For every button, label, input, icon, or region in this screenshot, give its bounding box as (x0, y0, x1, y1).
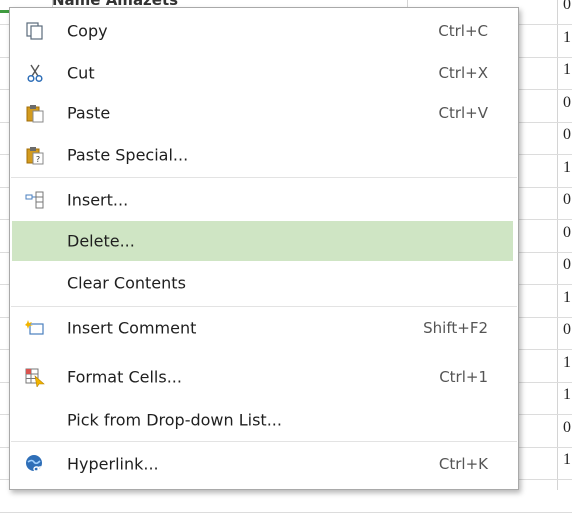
clipboard-icon (26, 105, 44, 123)
menu-item-delete[interactable]: Delete... (12, 221, 513, 261)
scissors-icon (27, 64, 43, 83)
cell-value: 0 (563, 126, 571, 143)
menu-item-paste[interactable]: Paste Ctrl+V (10, 93, 518, 133)
cell-value: 0 (563, 256, 571, 273)
comment-icon (25, 320, 44, 335)
menu-item-label: Pick from Drop-down List... (67, 410, 282, 430)
shortcut-text: Ctrl+1 (439, 368, 488, 386)
format-cells-icon (25, 368, 45, 387)
copy-icon (26, 22, 43, 40)
shortcut-text: Shift+F2 (423, 319, 488, 337)
menu-item-label: Clear Contents (67, 273, 186, 293)
menu-item-paste-special[interactable]: ? Paste Special... (10, 135, 518, 175)
shortcut-text: Ctrl+V (438, 104, 488, 122)
menu-item-label: Format Cells... (67, 367, 182, 387)
cell-value: 1 (563, 158, 571, 176)
menu-separator (11, 177, 517, 178)
menu-item-format-cells[interactable]: Format Cells... Ctrl+1 (10, 357, 518, 397)
hyperlink-icon (26, 455, 44, 472)
cell-value: 0 (563, 191, 571, 208)
cell-value: 1 (563, 288, 571, 306)
menu-item-label: Insert Comment (67, 318, 197, 338)
menu-item-copy[interactable]: Copy Ctrl+C (10, 11, 518, 51)
context-menu: Copy Ctrl+C Cut Ctrl+X Paste Ctrl+V ? Pa… (9, 7, 519, 490)
menu-item-insert-comment[interactable]: Insert Comment Shift+F2 (10, 308, 518, 348)
cell-value: 0 (563, 0, 571, 13)
menu-item-label: Hyperlink... (67, 454, 159, 474)
cell-value: 0 (563, 223, 571, 241)
menu-item-cut[interactable]: Cut Ctrl+X (10, 53, 518, 93)
shortcut-text: Ctrl+K (438, 455, 488, 473)
menu-item-label: Insert... (67, 190, 129, 210)
svg-text:?: ? (36, 155, 40, 164)
menu-item-label: Delete... (67, 231, 135, 251)
menu-item-pick-from-dropdown[interactable]: Pick from Drop-down List... (10, 400, 518, 440)
insert-cells-icon (25, 191, 44, 209)
cell-value: 1 (563, 61, 571, 78)
menu-item-hyperlink[interactable]: Hyperlink... Ctrl+K (10, 444, 518, 484)
menu-item-label: Paste (67, 103, 111, 123)
cell-value: 1 (563, 386, 571, 403)
shortcut-text: Ctrl+C (438, 22, 488, 40)
cell-value: 1 (563, 28, 571, 46)
menu-item-label: Paste Special... (67, 145, 189, 165)
menu-item-insert[interactable]: Insert... (10, 180, 518, 220)
menu-item-label: Copy (67, 21, 108, 41)
menu-item-label: Cut (67, 63, 95, 83)
menu-separator (11, 441, 517, 442)
cell-value: 0 (563, 93, 571, 111)
cell-value: 0 (563, 418, 571, 436)
cell-value: 1 (563, 353, 571, 371)
menu-separator (11, 306, 517, 307)
shortcut-text: Ctrl+X (438, 64, 488, 82)
row-gridline (0, 511, 572, 513)
clipboard-special-icon: ? (26, 147, 44, 165)
menu-item-clear-contents[interactable]: Clear Contents (10, 263, 518, 303)
column-gridline (557, 0, 558, 490)
cell-value: 0 (563, 321, 571, 338)
cell-value: 1 (563, 451, 571, 468)
